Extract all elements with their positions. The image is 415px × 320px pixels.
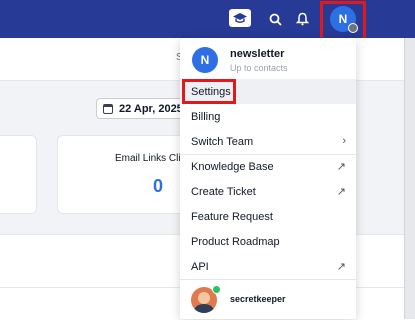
- menu-item-label: Create Ticket: [191, 185, 256, 198]
- menu-item-label: Settings: [191, 85, 231, 98]
- top-navbar: N: [0, 0, 415, 38]
- stat-card-value: 0: [153, 176, 164, 196]
- avatar-face: [198, 292, 210, 304]
- online-status-dot: [212, 285, 221, 294]
- menu-item-label: Feature Request: [191, 210, 273, 223]
- menu-item-settings[interactable]: Settings: [180, 79, 356, 104]
- external-link-icon: ↗: [336, 186, 346, 198]
- bell-icon[interactable]: [289, 6, 315, 32]
- menu-item-create-ticket[interactable]: Create Ticket ↗: [180, 179, 356, 204]
- stat-card-partial: [0, 135, 37, 214]
- account-dropdown-menu: N newsletter Up to contacts Settings Bil…: [180, 38, 356, 319]
- menu-item-label: Switch Team: [191, 135, 254, 148]
- status-dot-icon: [348, 23, 358, 33]
- graduation-cap-icon[interactable]: [229, 9, 251, 27]
- date-range-text: 22 Apr, 2025: [119, 102, 183, 115]
- external-link-icon: ↗: [336, 161, 346, 173]
- menu-item-api[interactable]: API ↗: [180, 254, 356, 279]
- account-name: newsletter: [230, 48, 285, 60]
- user-avatar-initial: N: [338, 12, 348, 26]
- search-icon[interactable]: [262, 6, 288, 32]
- avatar-body: [194, 304, 214, 313]
- account-subtitle: Up to contacts: [230, 63, 288, 73]
- stat-card-label: Email Links Cli: [115, 153, 181, 164]
- calendar-icon: [103, 103, 113, 114]
- chevron-right-icon: ›: [342, 135, 346, 147]
- date-range-picker[interactable]: 22 Apr, 2025: [96, 98, 186, 119]
- menu-divider: [180, 279, 356, 280]
- menu-item-knowledge-base[interactable]: Knowledge Base ↗: [180, 154, 356, 179]
- menu-item-billing[interactable]: Billing: [180, 104, 356, 129]
- account-avatar-initial: N: [200, 53, 210, 67]
- menu-item-product-roadmap[interactable]: Product Roadmap: [180, 229, 356, 254]
- menu-item-label: Billing: [191, 110, 221, 123]
- account-avatar: N: [192, 47, 218, 73]
- menu-item-label: Product Roadmap: [191, 235, 280, 248]
- external-link-icon: ↗: [336, 261, 346, 273]
- footer-username: secretkeeper: [230, 294, 286, 304]
- menu-item-feature-request[interactable]: Feature Request: [180, 204, 356, 229]
- scrollbar[interactable]: [404, 38, 415, 319]
- account-header[interactable]: N newsletter Up to contacts: [180, 38, 356, 78]
- menu-item-label: Knowledge Base: [191, 160, 274, 173]
- user-avatar-button[interactable]: N: [330, 6, 358, 33]
- menu-item-switch-team[interactable]: Switch Team ›: [180, 129, 356, 154]
- menu-item-label: API: [191, 260, 209, 273]
- stat-card-email-links: Email Links Cli 0: [57, 135, 197, 214]
